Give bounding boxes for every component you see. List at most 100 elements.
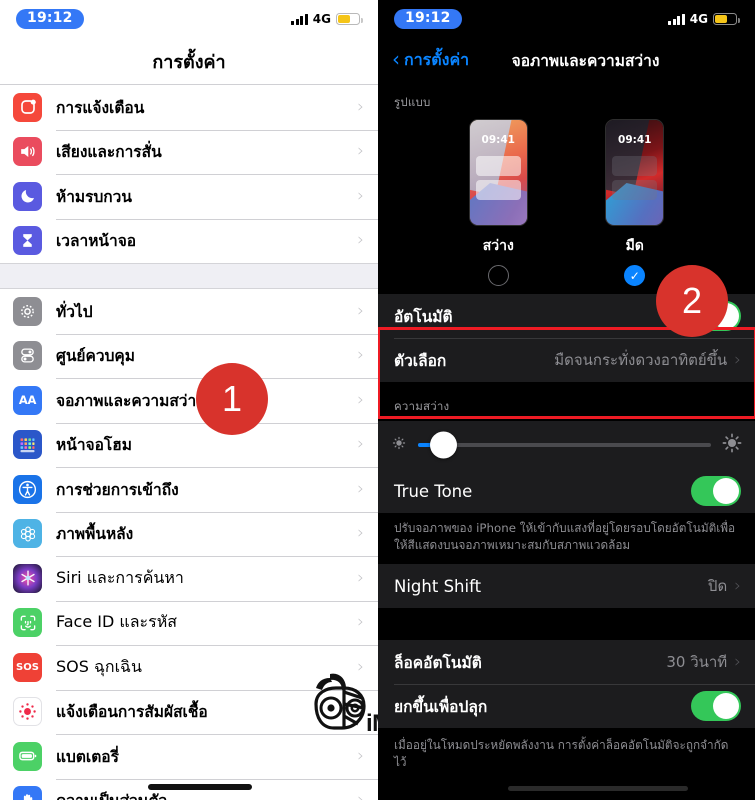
options-row[interactable]: ตัวเลือก มืดจนกระทั่งดวงอาทิตย์ขึ้น › <box>378 338 755 382</box>
settings-group-2: ทั่วไป › ศูนย์ควบคุม › AA จอภาพและความสว… <box>0 289 378 800</box>
section-gap <box>378 608 755 641</box>
face-id-icon <box>13 608 42 638</box>
auto-lock-card: ล็อคอัตโนมัติ 30 วินาที › ยกขึ้นเพื่อปลุ… <box>378 640 755 729</box>
appearance-option-light[interactable]: 09:41 สว่าง <box>468 119 528 286</box>
sidebar-item-screen-time[interactable]: เวลาหน้าจอ › <box>0 218 378 263</box>
annotation-badge-2: 2 <box>656 265 728 337</box>
sidebar-item-label: ห้ามรบกวน <box>56 187 132 206</box>
brightness-slider-track[interactable] <box>418 431 711 459</box>
status-time: 19:12 <box>16 9 84 29</box>
network-type-label: 4G <box>689 12 708 26</box>
chevron-right-icon: › <box>357 523 364 544</box>
chevron-right-icon: › <box>357 345 364 366</box>
light-preview-thumbnail[interactable]: 09:41 <box>468 119 528 226</box>
screen-time-icon <box>13 226 42 256</box>
chevron-right-icon: › <box>734 576 741 597</box>
sidebar-item-label: หน้าจอโฮม <box>56 436 132 455</box>
back-button[interactable]: ‹ การตั้งค่า <box>392 48 469 73</box>
sidebar-item-control-center[interactable]: ศูนย์ควบคุม › <box>0 333 378 378</box>
sidebar-item-exposure-notifications[interactable]: แจ้งเตือนการสัมผัสเชื้อ › <box>0 689 378 734</box>
sidebar-item-label: ทั่วไป <box>56 302 93 321</box>
night-shift-value: ปิด <box>707 577 728 596</box>
sidebar-item-home-screen[interactable]: หน้าจอโฮม › <box>0 422 378 467</box>
privacy-hand-icon <box>13 786 42 800</box>
status-indicators: 4G <box>291 12 363 26</box>
sidebar-item-label: การช่วยการเข้าถึง <box>56 480 179 499</box>
bottom-footnote: เมื่ออยู่ในโหมดประหยัดพลังงาน การตั้งค่า… <box>378 728 755 782</box>
sidebar-item-face-id-passcode[interactable]: Face ID และรหัส › <box>0 600 378 645</box>
battery-icon <box>713 13 740 25</box>
sidebar-item-siri-search[interactable]: Siri และการค้นหา › <box>0 556 378 601</box>
automatic-label: อัตโนมัติ <box>394 307 453 326</box>
sidebar-item-do-not-disturb[interactable]: ห้ามรบกวน › <box>0 174 378 219</box>
sidebar-item-label: SOS ฉุกเฉิน <box>56 656 142 676</box>
raise-to-wake-toggle[interactable] <box>691 691 741 722</box>
check-icon: ✓ <box>629 268 640 283</box>
status-bar-right: 19:12 4G <box>378 0 755 38</box>
brightness-group-header: ความสว่าง <box>378 382 755 421</box>
brightness-slider-thumb <box>429 431 457 459</box>
status-bar-left: 19:12 4G <box>0 0 378 38</box>
night-shift-row[interactable]: Night Shift ปิด › <box>378 564 755 608</box>
sidebar-item-general[interactable]: ทั่วไป › <box>0 289 378 334</box>
display-brightness-panel: 19:12 4G ‹ การตั้งค่า จอภาพและความสว่าง … <box>378 0 755 800</box>
chevron-right-icon: › <box>357 141 364 162</box>
chevron-right-icon: › <box>734 350 741 370</box>
network-type-label: 4G <box>312 12 331 26</box>
status-time: 19:12 <box>394 9 462 29</box>
sos-icon: SOS <box>13 652 42 682</box>
sidebar-item-label: ศูนย์ควบคุม <box>56 347 136 366</box>
navigation-bar: ‹ การตั้งค่า จอภาพและความสว่าง <box>378 38 755 82</box>
chevron-right-icon: › <box>357 96 364 117</box>
raise-to-wake-row[interactable]: ยกขึ้นเพื่อปลุก <box>378 684 755 728</box>
back-button-label: การตั้งค่า <box>404 49 470 69</box>
auto-lock-label: ล็อคอัตโนมัติ <box>394 653 482 672</box>
dark-radio-button[interactable]: ✓ <box>624 265 646 286</box>
brightness-low-icon <box>390 434 408 456</box>
sidebar-item-label: Siri และการค้นหา <box>56 567 184 587</box>
sidebar-item-label: แบตเตอรี่ <box>56 747 119 766</box>
annotation-badge-2-number: 2 <box>681 280 703 321</box>
sidebar-item-battery[interactable]: แบตเตอรี่ › <box>0 734 378 779</box>
appearance-previews: 09:41 สว่าง 09:41 มืด ✓ <box>378 119 755 286</box>
night-shift-card: Night Shift ปิด › <box>378 564 755 609</box>
sounds-haptics-icon <box>13 137 42 167</box>
chevron-left-icon: ‹ <box>392 47 400 71</box>
sidebar-item-notifications[interactable]: การแจ้งเตือน › <box>0 85 378 130</box>
dark-preview-thumbnail[interactable]: 09:41 <box>605 119 665 226</box>
page-title: การตั้งค่า <box>152 51 226 73</box>
accessibility-icon <box>13 474 42 504</box>
chevron-right-icon: › <box>357 701 364 722</box>
group-separator <box>0 263 378 289</box>
sidebar-item-wallpaper[interactable]: ภาพพื้นหลัง › <box>0 511 378 556</box>
sidebar-item-label: เวลาหน้าจอ <box>56 232 137 251</box>
settings-root-panel: 19:12 4G การตั้งค่า การแจ้งเตือน › เสียง… <box>0 0 378 800</box>
true-tone-row[interactable]: True Tone <box>378 469 755 513</box>
settings-group-1: การแจ้งเตือน › เสียงและการสั่น › ห้ามรบก… <box>0 84 378 263</box>
brightness-card: True Tone <box>378 421 755 513</box>
screenshot-stage: 19:12 4G การตั้งค่า การแจ้งเตือน › เสียง… <box>0 0 755 800</box>
chevron-right-icon: › <box>357 567 364 588</box>
preview-time: 09:41 <box>481 134 515 146</box>
appearance-group-header: รูปแบบ <box>378 82 755 117</box>
notifications-icon <box>13 92 42 122</box>
sidebar-item-accessibility[interactable]: การช่วยการเข้าถึง › <box>0 467 378 512</box>
night-shift-label: Night Shift <box>394 576 482 596</box>
sidebar-item-label: แจ้งเตือนการสัมผัสเชื้อ <box>56 703 208 722</box>
sidebar-item-display-brightness[interactable]: AA จอภาพและความสว่าง › <box>0 378 378 423</box>
do-not-disturb-icon <box>13 181 42 211</box>
appearance-option-dark[interactable]: 09:41 มืด ✓ <box>605 119 665 286</box>
general-gear-icon <box>13 296 42 326</box>
sidebar-item-sounds-haptics[interactable]: เสียงและการสั่น › <box>0 129 378 174</box>
sidebar-item-label: การแจ้งเตือน <box>56 98 145 117</box>
brightness-high-icon <box>721 432 743 458</box>
sidebar-item-label: จอภาพและความสว่าง <box>56 391 204 410</box>
true-tone-label: True Tone <box>394 481 473 501</box>
true-tone-toggle[interactable] <box>691 476 741 506</box>
brightness-slider-row[interactable] <box>378 421 755 469</box>
appearance-option-label: มืด <box>625 238 644 254</box>
auto-lock-row[interactable]: ล็อคอัตโนมัติ 30 วินาที › <box>378 640 755 684</box>
sidebar-item-emergency-sos[interactable]: SOS SOS ฉุกเฉิน › <box>0 645 378 690</box>
light-radio-button[interactable] <box>487 265 509 286</box>
options-value: มืดจนกระทั่งดวงอาทิตย์ขึ้น <box>554 351 728 369</box>
